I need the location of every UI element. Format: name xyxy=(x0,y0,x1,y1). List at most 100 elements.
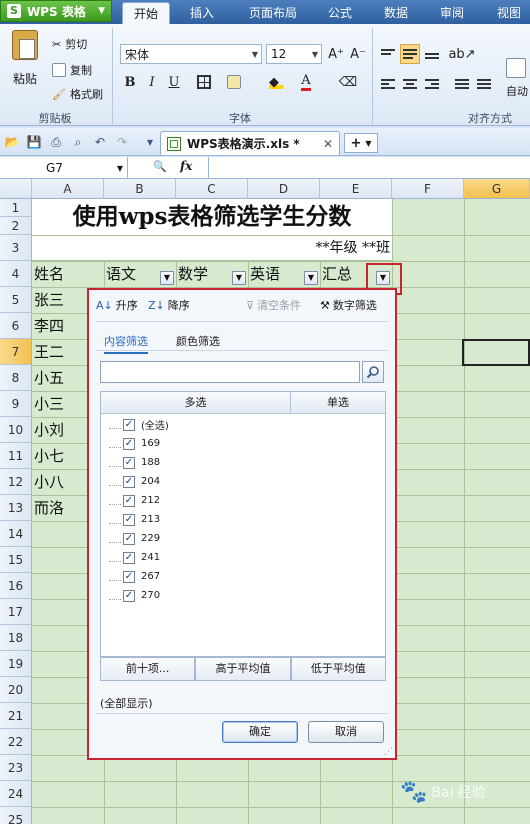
column-header-c[interactable]: C xyxy=(176,179,248,199)
sheet-title[interactable]: 使用wps表格筛选学生分数 xyxy=(32,199,392,235)
checkbox[interactable]: ✓ xyxy=(123,570,135,583)
name-cell[interactable]: 王二 xyxy=(34,339,64,365)
clear-conditions-button[interactable]: ⊽ 清空条件 xyxy=(246,297,301,313)
app-menu-button[interactable]: S WPS 表格 ▼ xyxy=(0,0,112,22)
list-item[interactable]: ✓ (全选) xyxy=(109,415,169,434)
filter-dropdown-button[interactable]: ▼ xyxy=(232,271,246,285)
row-header-22[interactable]: 22 xyxy=(0,729,32,755)
row-header-13[interactable]: 13 xyxy=(0,495,32,521)
clear-format-button[interactable]: ⌫ xyxy=(338,72,358,92)
close-icon[interactable]: ✕ xyxy=(323,137,333,151)
resize-grip-icon[interactable]: ⋰ xyxy=(384,747,393,757)
header-cell-english[interactable]: 英语 xyxy=(250,261,306,287)
filter-dropdown-button[interactable]: ▼ xyxy=(160,271,174,285)
align-right-button[interactable] xyxy=(422,74,442,94)
list-item[interactable]: ✓ 213 xyxy=(109,510,160,529)
align-top-button[interactable] xyxy=(378,44,398,64)
name-cell[interactable]: 张三 xyxy=(34,287,64,313)
name-cell[interactable]: 李四 xyxy=(34,313,64,339)
tab-color-filter[interactable]: 颜色筛选 xyxy=(176,333,220,349)
tab-review[interactable]: 审阅 xyxy=(430,2,474,24)
save-icon[interactable]: 💾 xyxy=(26,134,42,150)
copy-button[interactable]: 复制 xyxy=(52,62,92,78)
column-header-g[interactable]: G xyxy=(464,179,530,199)
list-item[interactable]: ✓ 204 xyxy=(109,472,160,491)
row-header-2[interactable]: 2 xyxy=(0,217,32,235)
header-cell-name[interactable]: 姓名 xyxy=(34,261,104,287)
paste-button[interactable]: 粘贴 xyxy=(8,30,42,100)
orientation-button[interactable]: ab↗ xyxy=(448,44,475,64)
header-cell-math[interactable]: 数学 xyxy=(178,261,234,287)
row-header-16[interactable]: 16 xyxy=(0,573,32,599)
shrink-font-button[interactable]: A⁻ xyxy=(348,44,368,64)
search-button[interactable] xyxy=(362,361,384,383)
name-cell[interactable]: 小八 xyxy=(34,469,64,495)
open-icon[interactable]: 📂 xyxy=(4,134,20,150)
document-tab[interactable]: WPS表格演示.xls * ✕ xyxy=(160,131,340,155)
list-item[interactable]: ✓ 267 xyxy=(109,567,160,586)
increase-indent-button[interactable] xyxy=(474,74,494,94)
name-cell[interactable]: 而洛 xyxy=(34,495,64,521)
row-header-8[interactable]: 8 xyxy=(0,365,32,391)
select-all-corner[interactable] xyxy=(0,179,32,199)
row-header-23[interactable]: 23 xyxy=(0,755,32,781)
align-middle-button[interactable] xyxy=(400,44,420,64)
sheet-subtitle[interactable]: **年级 **班 xyxy=(32,235,390,261)
filter-search-input[interactable] xyxy=(100,361,360,383)
wrap-text-button[interactable]: 自动 xyxy=(506,58,530,98)
align-center-button[interactable] xyxy=(400,74,420,94)
ok-button[interactable]: 确定 xyxy=(222,721,298,743)
header-cell-chinese[interactable]: 语文 xyxy=(106,261,162,287)
header-cell-total[interactable]: 汇总 xyxy=(322,261,366,287)
tab-data[interactable]: 数据 xyxy=(374,2,418,24)
number-filter-button[interactable]: ⚒ 数字筛选 xyxy=(320,297,377,313)
row-header-9[interactable]: 9 xyxy=(0,391,32,417)
checkbox[interactable]: ✓ xyxy=(123,475,135,488)
tab-insert[interactable]: 插入 xyxy=(180,2,224,24)
tab-formulas[interactable]: 公式 xyxy=(318,2,362,24)
single-select-column[interactable]: 单选 xyxy=(291,392,385,414)
border-button[interactable] xyxy=(194,72,214,92)
row-header-21[interactable]: 21 xyxy=(0,703,32,729)
row-header-20[interactable]: 20 xyxy=(0,677,32,703)
row-header-6[interactable]: 6 xyxy=(0,313,32,339)
sort-ascending-button[interactable]: A↓ 升序 xyxy=(96,297,138,313)
list-item[interactable]: ✓ 229 xyxy=(109,529,160,548)
row-header-15[interactable]: 15 xyxy=(0,547,32,573)
column-header-f[interactable]: F xyxy=(392,179,464,199)
list-item[interactable]: ✓ 241 xyxy=(109,548,160,567)
row-header-10[interactable]: 10 xyxy=(0,417,32,443)
decrease-indent-button[interactable] xyxy=(452,74,472,94)
column-header-e[interactable]: E xyxy=(320,179,392,199)
italic-button[interactable]: I xyxy=(142,72,162,92)
insert-function-button[interactable]: fx xyxy=(180,159,200,177)
redo-icon[interactable]: ↷ xyxy=(114,134,130,150)
active-cell[interactable] xyxy=(462,339,530,366)
zoom-formula-icon[interactable]: 🔍 xyxy=(152,160,168,176)
cell-style-button[interactable] xyxy=(224,72,244,92)
checkbox[interactable]: ✓ xyxy=(123,437,135,450)
fill-color-button[interactable]: ◆ xyxy=(266,72,286,92)
quick-access-menu-icon[interactable]: ▾ xyxy=(142,134,158,150)
column-header-b[interactable]: B xyxy=(104,179,176,199)
row-header-14[interactable]: 14 xyxy=(0,521,32,547)
row-header-25[interactable]: 25 xyxy=(0,807,32,824)
name-cell[interactable]: 小三 xyxy=(34,391,64,417)
bold-button[interactable]: B xyxy=(120,72,140,92)
print-icon[interactable]: ⎙ xyxy=(48,134,64,150)
sort-descending-button[interactable]: Z↓ 降序 xyxy=(148,297,190,313)
list-item[interactable]: ✓ 169 xyxy=(109,434,160,453)
row-header-5[interactable]: 5 xyxy=(0,287,32,313)
list-item[interactable]: ✓ 270 xyxy=(109,586,160,605)
cancel-button[interactable]: 取消 xyxy=(308,721,384,743)
row-header-19[interactable]: 19 xyxy=(0,651,32,677)
row-header-11[interactable]: 11 xyxy=(0,443,32,469)
checkbox[interactable]: ✓ xyxy=(123,494,135,507)
align-bottom-button[interactable] xyxy=(422,44,442,64)
undo-icon[interactable]: ↶ xyxy=(92,134,108,150)
column-header-a[interactable]: A xyxy=(32,179,104,199)
formula-input[interactable] xyxy=(208,157,530,179)
name-box[interactable]: G7 ▼ xyxy=(0,157,128,179)
list-item[interactable]: ✓ 188 xyxy=(109,453,160,472)
print-preview-icon[interactable]: ⌕ xyxy=(70,134,86,150)
